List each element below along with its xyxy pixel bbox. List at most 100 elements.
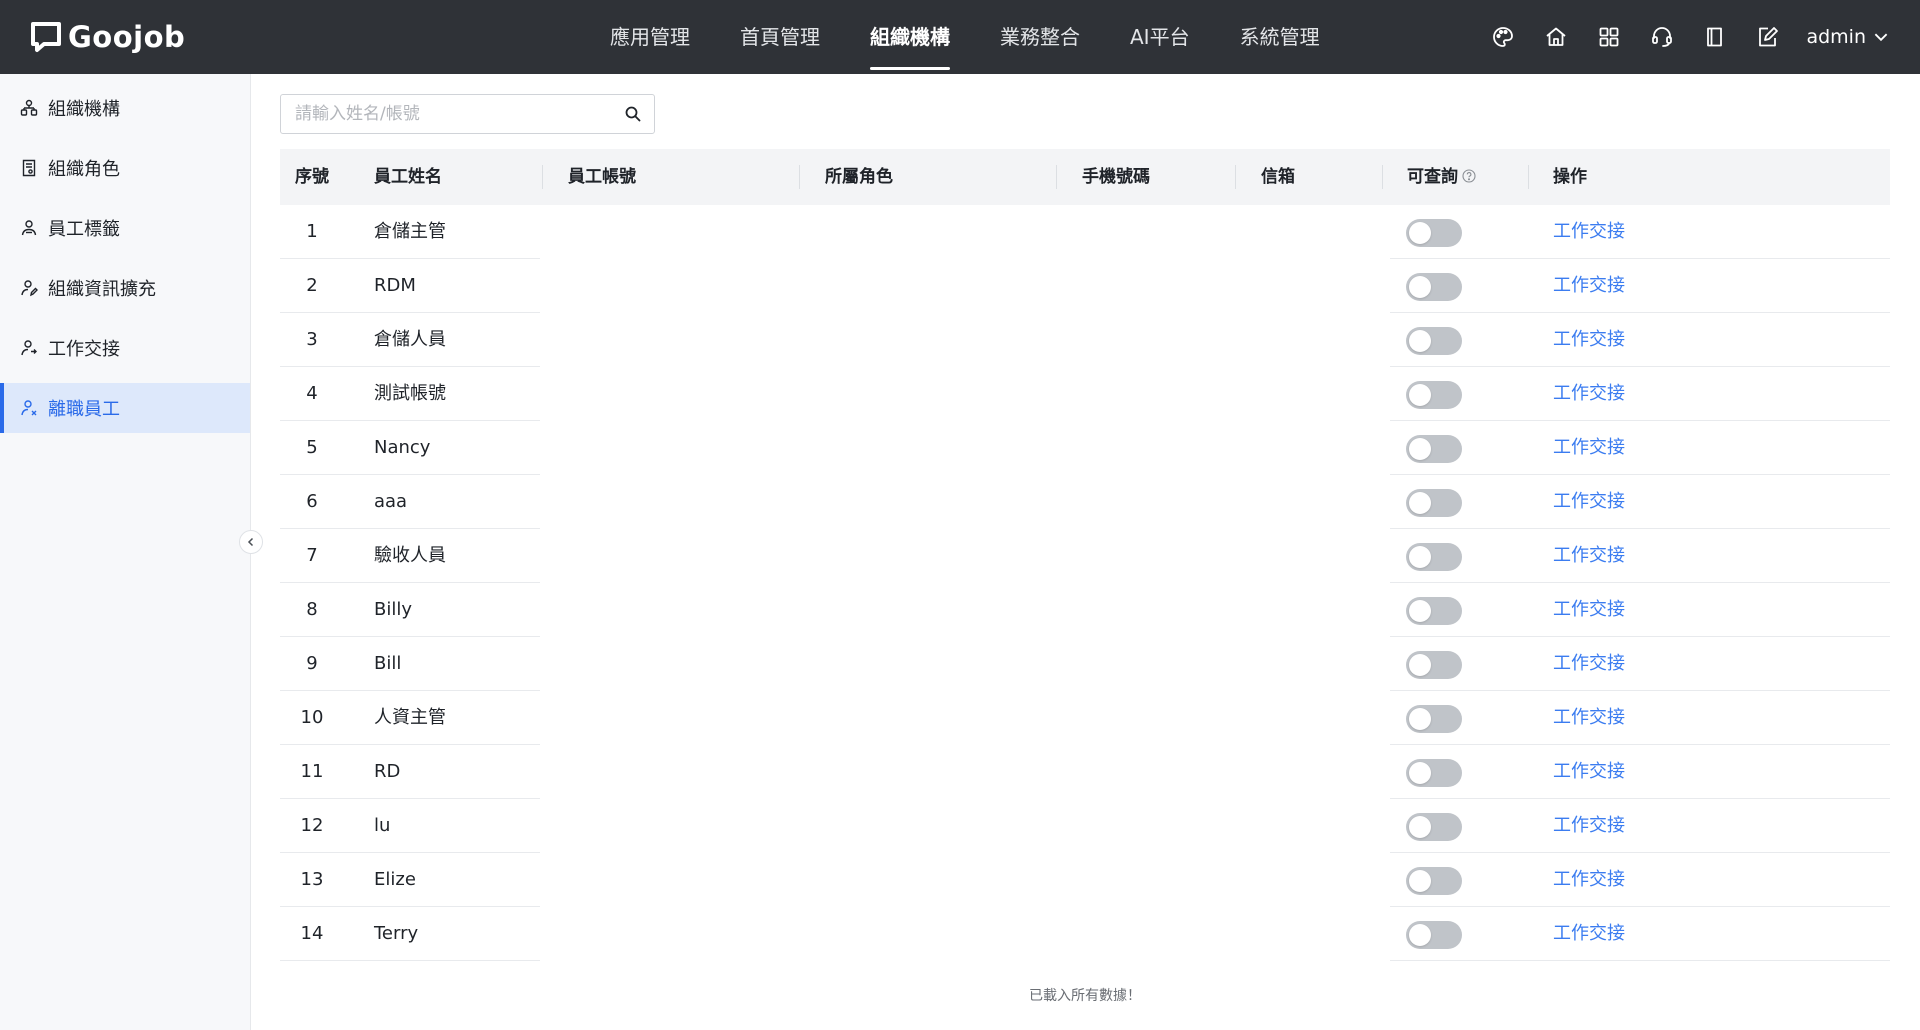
row-index: 8	[306, 599, 318, 620]
nav-item-home-management[interactable]: 首頁管理	[715, 0, 845, 74]
apps-grid-icon[interactable]	[1595, 23, 1623, 51]
user-leave-icon	[20, 399, 38, 417]
queryable-toggle[interactable]	[1406, 651, 1462, 679]
edit-export-icon[interactable]	[1754, 23, 1782, 51]
work-handover-link[interactable]: 工作交接	[1553, 475, 1625, 528]
sidebar-item-organization[interactable]: 組織機構	[0, 83, 250, 133]
username: admin	[1806, 26, 1866, 48]
queryable-toggle[interactable]	[1406, 273, 1462, 301]
queryable-toggle[interactable]	[1406, 867, 1462, 895]
employee-name: RDM	[374, 275, 416, 296]
sidebar-collapse-button[interactable]	[239, 530, 263, 554]
work-handover-link[interactable]: 工作交接	[1553, 745, 1625, 798]
employee-name: 驗收人員	[374, 545, 446, 566]
header-queryable: 可查詢	[1407, 149, 1476, 205]
table-row: 13 Elize 工作交接	[280, 853, 1890, 907]
header-phone: 手機號碼	[1082, 167, 1150, 187]
header-tools: admin	[1464, 0, 1890, 74]
work-handover-link[interactable]: 工作交接	[1553, 583, 1625, 636]
work-handover-link[interactable]: 工作交接	[1553, 907, 1625, 960]
queryable-toggle[interactable]	[1406, 921, 1462, 949]
sidebar-item-resigned-employees[interactable]: 離職員工	[0, 383, 250, 433]
work-handover-link[interactable]: 工作交接	[1553, 259, 1625, 312]
work-handover-link[interactable]: 工作交接	[1553, 421, 1625, 474]
support-icon[interactable]	[1648, 23, 1676, 51]
queryable-toggle[interactable]	[1406, 813, 1462, 841]
all-data-loaded-message: 已載入所有數據！	[1029, 988, 1141, 1004]
work-handover-link[interactable]: 工作交接	[1553, 529, 1625, 582]
queryable-toggle[interactable]	[1406, 705, 1462, 733]
work-handover-link[interactable]: 工作交接	[1553, 205, 1625, 258]
palette-icon[interactable]	[1489, 23, 1517, 51]
table-row: 6 aaa 工作交接	[280, 475, 1890, 529]
column-divider	[1528, 165, 1529, 189]
table-row: 8 Billy 工作交接	[280, 583, 1890, 637]
help-circle-icon[interactable]	[1462, 169, 1476, 183]
book-icon[interactable]	[1701, 23, 1729, 51]
column-divider	[542, 165, 543, 189]
sidebar-item-roles[interactable]: 組織角色	[0, 143, 250, 193]
user-swap-icon	[20, 339, 38, 357]
employee-name: Nancy	[374, 437, 431, 458]
search-icon[interactable]	[624, 105, 642, 123]
nav-item-app-management[interactable]: 應用管理	[585, 0, 715, 74]
header-index: 序號	[295, 167, 329, 187]
queryable-toggle[interactable]	[1406, 219, 1462, 247]
header-action: 操作	[1553, 167, 1587, 187]
brand-logo[interactable]: Goojob	[30, 19, 185, 55]
nav-item-ai-platform[interactable]: AI平台	[1105, 0, 1215, 74]
nav-item-organization[interactable]: 組織機構	[845, 0, 975, 74]
queryable-toggle[interactable]	[1406, 489, 1462, 517]
work-handover-link[interactable]: 工作交接	[1553, 853, 1625, 906]
sidebar-item-label: 工作交接	[48, 339, 120, 360]
row-index: 6	[306, 491, 318, 512]
row-index: 4	[306, 383, 318, 404]
row-index: 3	[306, 329, 318, 350]
people-tag-icon	[20, 219, 38, 237]
table-row: 2 RDM 工作交接	[280, 259, 1890, 313]
work-handover-link[interactable]: 工作交接	[1553, 367, 1625, 420]
chat-bubble-logo-icon	[30, 21, 62, 53]
row-index: 7	[306, 545, 318, 566]
home-icon[interactable]	[1542, 23, 1570, 51]
queryable-toggle[interactable]	[1406, 759, 1462, 787]
chevron-left-icon	[247, 537, 254, 547]
sidebar-item-org-info-extension[interactable]: 組織資訊擴充	[0, 263, 250, 313]
row-index: 13	[300, 869, 324, 890]
queryable-toggle[interactable]	[1406, 543, 1462, 571]
work-handover-link[interactable]: 工作交接	[1553, 691, 1625, 744]
employee-name: 測試帳號	[374, 383, 446, 404]
row-index: 10	[300, 707, 324, 728]
brand-name: Goojob	[68, 20, 186, 54]
employee-name: Billy	[374, 599, 413, 620]
nav-item-system-management[interactable]: 系統管理	[1215, 0, 1345, 74]
column-divider	[799, 165, 800, 189]
work-handover-link[interactable]: 工作交接	[1553, 637, 1625, 690]
user-menu[interactable]: admin	[1806, 26, 1890, 48]
header-employee-name: 員工姓名	[374, 167, 442, 187]
queryable-toggle[interactable]	[1406, 327, 1462, 355]
work-handover-link[interactable]: 工作交接	[1553, 799, 1625, 852]
row-index: 11	[300, 761, 324, 782]
table-row: 5 Nancy 工作交接	[280, 421, 1890, 475]
sidebar-item-employee-tags[interactable]: 員工標籤	[0, 203, 250, 253]
work-handover-link[interactable]: 工作交接	[1553, 313, 1625, 366]
search-input[interactable]	[281, 95, 611, 133]
row-divider	[280, 960, 540, 961]
queryable-toggle[interactable]	[1406, 597, 1462, 625]
table-row: 14 Terry 工作交接	[280, 907, 1890, 961]
employee-name: Terry	[374, 923, 419, 944]
nav-item-business-integration[interactable]: 業務整合	[975, 0, 1105, 74]
main-nav: 應用管理 首頁管理 組織機構 業務整合 AI平台 系統管理	[585, 0, 1345, 74]
table-row: 11 RD 工作交接	[280, 745, 1890, 799]
sidebar-item-work-handover[interactable]: 工作交接	[0, 323, 250, 373]
queryable-toggle[interactable]	[1406, 435, 1462, 463]
search-box	[280, 94, 655, 134]
sidebar-item-label: 組織資訊擴充	[48, 279, 156, 300]
sidebar-item-label: 組織機構	[48, 99, 120, 120]
table-row: 3 倉儲人員 工作交接	[280, 313, 1890, 367]
employee-name: 人資主管	[374, 707, 446, 728]
table-row: 7 驗收人員 工作交接	[280, 529, 1890, 583]
queryable-toggle[interactable]	[1406, 381, 1462, 409]
top-navigation-bar: Goojob 應用管理 首頁管理 組織機構 業務整合 AI平台 系統管理 adm…	[0, 0, 1920, 74]
